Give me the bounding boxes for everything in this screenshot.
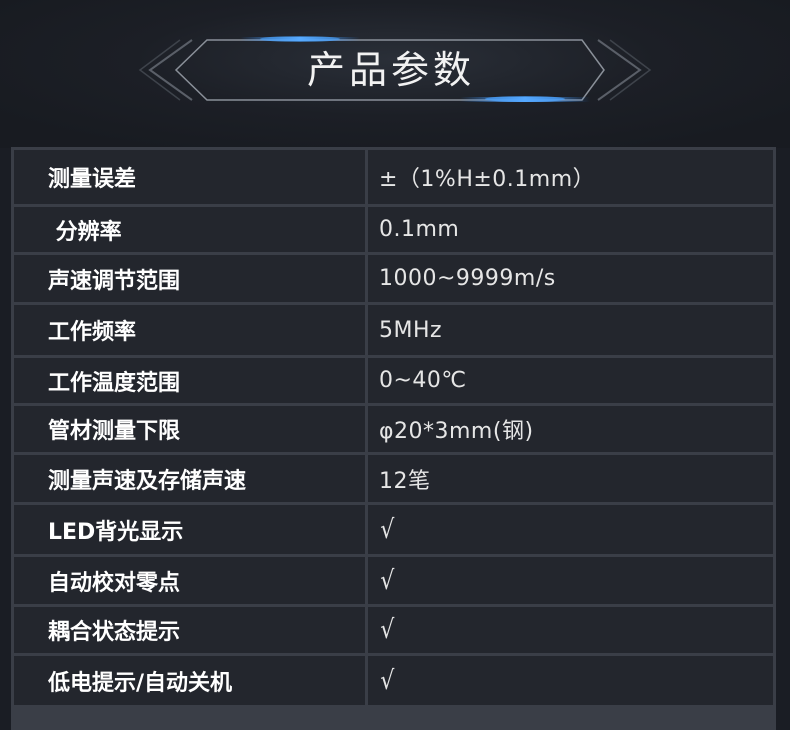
table-row: LED背光显示 √ (14, 505, 773, 557)
param-label: 分辨率 (14, 207, 368, 255)
table-row: 测量声速及存储声速 12笔 (14, 455, 773, 505)
check-mark-icon: √ (380, 514, 395, 545)
param-label: 测量误差 (14, 150, 368, 207)
param-value: φ20*3mm(钢) (368, 406, 773, 455)
spec-table-frame: 测量误差 ±（1%H±0.1mm） 分辨率 0.1mm 声速调节范围 1000~… (11, 147, 776, 730)
param-value: 1000~9999m/s (368, 255, 773, 305)
table-row: 分辨率 0.1mm (14, 207, 773, 255)
param-label: 低电提示/自动关机 (14, 656, 368, 708)
param-value: ±（1%H±0.1mm） (368, 150, 773, 207)
param-label: 管材测量下限 (14, 406, 368, 455)
param-label: 工作频率 (14, 305, 368, 358)
param-value: 5MHz (368, 305, 773, 358)
param-label: 耦合状态提示 (14, 607, 368, 656)
param-label: 自动校对零点 (14, 557, 368, 607)
table-row: 自动校对零点 √ (14, 557, 773, 607)
table-row: 工作温度范围 0~40℃ (14, 358, 773, 406)
check-mark-icon: √ (380, 565, 395, 596)
table-row: 耦合状态提示 √ (14, 607, 773, 656)
table-row: 管材测量下限 φ20*3mm(钢) (14, 406, 773, 455)
param-label: 测量声速及存储声速 (14, 455, 368, 505)
spec-table: 测量误差 ±（1%H±0.1mm） 分辨率 0.1mm 声速调节范围 1000~… (14, 150, 773, 708)
page-title: 产品参数 (306, 48, 475, 92)
check-mark-icon: √ (380, 615, 395, 645)
param-value: 0.1mm (368, 207, 773, 255)
section-header: 产品参数 (0, 0, 790, 148)
table-row: 测量误差 ±（1%H±0.1mm） (14, 150, 773, 207)
param-label: 声速调节范围 (14, 255, 368, 305)
table-row: 工作频率 5MHz (14, 305, 773, 358)
param-label: LED背光显示 (14, 505, 368, 557)
param-value: 12笔 (368, 455, 773, 505)
table-row: 声速调节范围 1000~9999m/s (14, 255, 773, 305)
check-mark-icon: √ (380, 665, 395, 696)
param-label: 工作温度范围 (14, 358, 368, 406)
table-row: 低电提示/自动关机 √ (14, 656, 773, 708)
param-value: 0~40℃ (368, 358, 773, 406)
